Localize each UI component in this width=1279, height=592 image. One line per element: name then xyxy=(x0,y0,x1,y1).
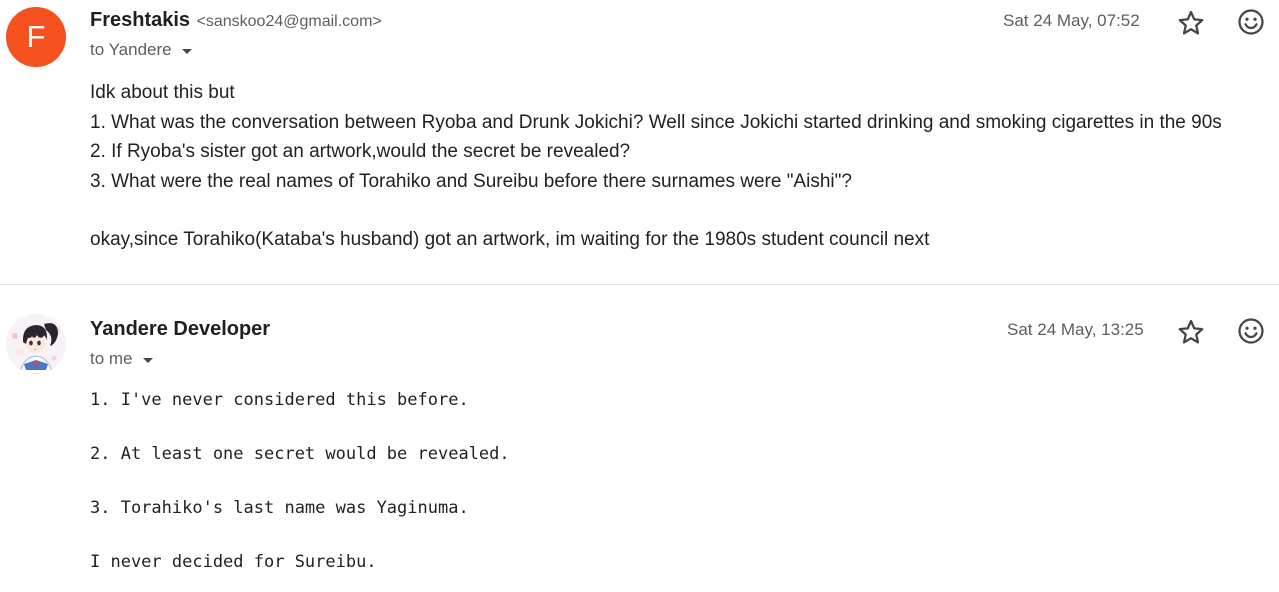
body-line: 2. If Ryoba's sister got an artwork,woul… xyxy=(90,141,631,162)
body-blank-line xyxy=(90,522,510,549)
chevron-down-icon[interactable] xyxy=(181,48,192,54)
emoji-reaction-icon xyxy=(1238,9,1264,35)
body-line: 3. What were the real names of Torahiko … xyxy=(90,170,852,192)
star-button[interactable] xyxy=(1176,8,1206,38)
star-button[interactable] xyxy=(1176,317,1206,347)
sender-email: <sanskoo24@gmail.com> xyxy=(196,13,382,30)
body-line: I never decided for Sureibu. xyxy=(90,552,377,572)
sender-avatar[interactable] xyxy=(6,314,66,374)
emoji-reaction-button[interactable] xyxy=(1236,316,1266,346)
body-blank-line xyxy=(90,414,510,441)
chevron-down-icon[interactable] xyxy=(142,357,153,363)
body-blank-line xyxy=(90,196,1222,225)
sender-line: Yandere Developer xyxy=(90,318,270,341)
message-body: 1. I've never considered this before. 2.… xyxy=(90,387,510,576)
message-date: Sat 24 May, 07:52 xyxy=(1003,11,1140,30)
message-body: Idk about this but 1. What was the conve… xyxy=(90,78,1222,255)
recipients-label: to me xyxy=(90,349,133,368)
body-line: 2. At least one secret would be revealed… xyxy=(90,444,510,464)
email-thread: F Freshtakis <sanskoo24@gmail.com> to Ya… xyxy=(0,0,1279,592)
emoji-reaction-icon xyxy=(1238,318,1264,344)
body-line: okay,since Torahiko(Kataba's husband) go… xyxy=(90,229,930,250)
body-line: 3. Torahiko's last name was Yaginuma. xyxy=(90,498,469,518)
star-icon xyxy=(1178,319,1204,344)
body-line: 1. What was the conversation between Ryo… xyxy=(90,111,1222,133)
message-date: Sat 24 May, 13:25 xyxy=(1007,320,1144,339)
recipients-toggle[interactable]: to Yandere xyxy=(90,40,192,60)
sender-avatar[interactable]: F xyxy=(6,7,66,67)
emoji-reaction-button[interactable] xyxy=(1236,7,1266,37)
body-line: 1. I've never considered this before. xyxy=(90,390,469,410)
sender-name[interactable]: Yandere Developer xyxy=(90,318,270,340)
recipients-toggle[interactable]: to me xyxy=(90,349,153,369)
star-icon xyxy=(1178,10,1204,35)
anime-character-avatar-icon xyxy=(6,314,66,374)
sender-line: Freshtakis <sanskoo24@gmail.com> xyxy=(90,9,382,32)
sender-name[interactable]: Freshtakis xyxy=(90,9,190,31)
message-divider xyxy=(0,284,1279,285)
body-blank-line xyxy=(90,468,510,495)
body-line: Idk about this but xyxy=(90,82,235,103)
recipients-label: to Yandere xyxy=(90,40,172,59)
